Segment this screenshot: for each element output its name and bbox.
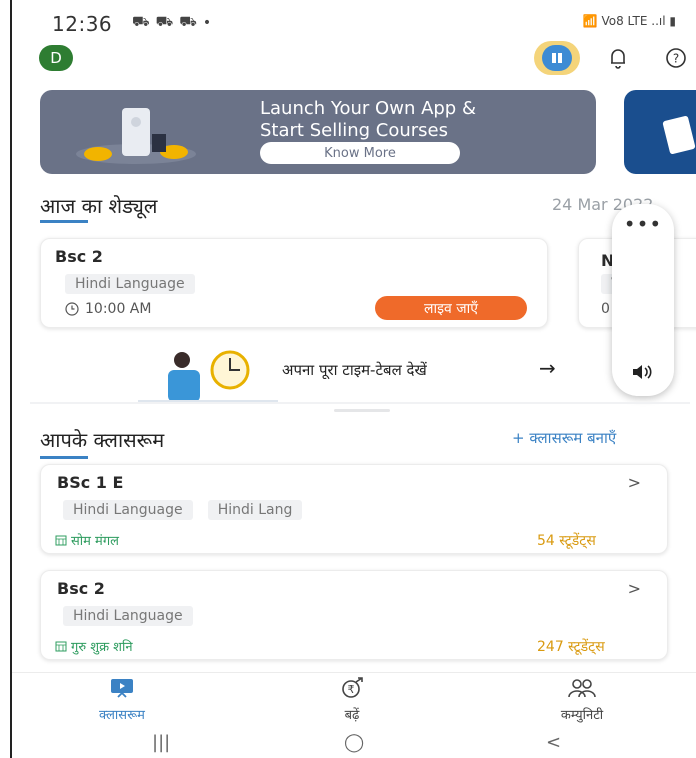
help-icon: ? bbox=[666, 48, 686, 68]
nav-item-community[interactable]: कम्युनिटी bbox=[532, 677, 632, 723]
timetable-link[interactable]: अपना पूरा टाइम-टेबल देखें bbox=[282, 360, 427, 380]
nav-item-classroom[interactable]: क्लासरूम bbox=[72, 677, 172, 723]
rupee-growth-icon: ₹ bbox=[342, 677, 363, 698]
system-navigation-bar: ||| ◯ < bbox=[12, 726, 696, 758]
nav-item-grow[interactable]: ₹ बढ़ें bbox=[302, 677, 402, 723]
back-button[interactable]: < bbox=[546, 732, 561, 753]
banner-title: Launch Your Own App & Start Selling Cour… bbox=[260, 98, 476, 141]
know-more-button[interactable]: Know More bbox=[260, 142, 460, 164]
subject-tag: Hindi Language bbox=[65, 274, 195, 294]
schedule-title: आज का शेड्यूल bbox=[40, 194, 158, 218]
notification-dot-icon: • bbox=[202, 15, 212, 31]
avatar[interactable]: D bbox=[39, 45, 73, 71]
notification-icons: ⛟ ⛟ ⛟ • bbox=[132, 14, 211, 32]
speaker-icon bbox=[633, 365, 652, 379]
header-actions: ? bbox=[534, 40, 696, 76]
document-icon bbox=[662, 115, 696, 155]
subject-tag: Hindi Lang bbox=[207, 500, 303, 520]
svg-text:?: ? bbox=[673, 52, 679, 66]
clock-icon bbox=[65, 302, 79, 316]
notification-icon: ⛟ bbox=[132, 14, 150, 30]
section-divider bbox=[30, 402, 690, 404]
notification-bell-button[interactable] bbox=[598, 40, 638, 76]
chevron-right-icon[interactable]: > bbox=[628, 579, 641, 598]
schedule-card-tags: Hindi Language bbox=[65, 273, 205, 294]
svg-text:₹: ₹ bbox=[348, 683, 355, 696]
chevron-right-icon[interactable]: > bbox=[628, 473, 641, 492]
notification-icon: ⛟ bbox=[179, 14, 197, 30]
schedule-card-time: 10:00 AM bbox=[65, 301, 151, 317]
calendar-icon bbox=[55, 535, 67, 546]
student-count: 54 स्टूडेंट्स bbox=[537, 533, 596, 549]
subject-tag: Hindi Language bbox=[63, 606, 193, 626]
classroom-schedule-days: सोम मंगल bbox=[55, 531, 119, 549]
classroom-name: Bsc 2 bbox=[57, 579, 105, 598]
classroom-schedule-days: गुरु शुक्र शनि bbox=[55, 637, 133, 655]
status-bar: 12:36 ⛟ ⛟ ⛟ • 📶 Vo8 LTE ..ıl ▮ bbox=[12, 0, 696, 42]
schedule-card-title: Bsc 2 bbox=[55, 247, 103, 266]
classroom-card[interactable]: Bsc 2 > Hindi Language गुरु शुक्र शनि 24… bbox=[40, 570, 668, 660]
book-button[interactable] bbox=[534, 41, 580, 75]
classrooms-title-underline bbox=[40, 456, 88, 459]
classroom-tags: Hindi Language bbox=[63, 605, 203, 626]
create-classroom-button[interactable]: + क्लासरूम बनाएँ bbox=[512, 428, 616, 448]
bottom-navigation: क्लासरूम ₹ बढ़ें कम्युनिटी bbox=[12, 672, 696, 724]
more-options-icon[interactable]: ••• bbox=[612, 212, 674, 236]
notification-icon: ⛟ bbox=[155, 14, 174, 30]
subject-tag: Hindi Language bbox=[63, 500, 193, 520]
community-icon bbox=[568, 679, 596, 698]
promo-banner[interactable]: Launch Your Own App & Start Selling Cour… bbox=[40, 90, 596, 174]
app-screen: 12:36 ⛟ ⛟ ⛟ • 📶 Vo8 LTE ..ıl ▮ D ? Launc… bbox=[10, 0, 696, 758]
student-count: 247 स्टूडेंट्स bbox=[537, 639, 605, 655]
classroom-icon bbox=[111, 679, 133, 698]
classroom-tags: Hindi Language Hindi Lang bbox=[63, 499, 312, 520]
drag-handle[interactable] bbox=[334, 409, 390, 412]
arrow-right-icon[interactable]: → bbox=[539, 356, 556, 380]
schedule-title-underline bbox=[40, 220, 88, 223]
home-button[interactable]: ◯ bbox=[344, 732, 364, 753]
book-icon bbox=[542, 45, 572, 71]
calendar-icon bbox=[55, 641, 67, 652]
promo-banner-next[interactable] bbox=[624, 90, 696, 174]
floating-volume-panel[interactable]: ••• bbox=[612, 204, 674, 396]
recent-apps-button[interactable]: ||| bbox=[152, 732, 170, 753]
speaker-button[interactable] bbox=[612, 364, 674, 380]
app-illustration-icon bbox=[76, 108, 196, 164]
status-indicators: 📶 Vo8 LTE ..ıl ▮ bbox=[582, 14, 676, 28]
go-live-button[interactable]: लाइव जाएँ bbox=[375, 296, 527, 320]
timetable-illustration-icon bbox=[138, 350, 278, 402]
classroom-card[interactable]: BSc 1 E > Hindi Language Hindi Lang सोम … bbox=[40, 464, 668, 554]
help-button[interactable]: ? bbox=[656, 40, 696, 76]
classrooms-title: आपके क्लासरूम bbox=[40, 428, 165, 452]
schedule-card[interactable]: Bsc 2 Hindi Language 10:00 AM लाइव जाएँ bbox=[40, 238, 548, 328]
status-time: 12:36 bbox=[52, 12, 113, 36]
classroom-name: BSc 1 E bbox=[57, 473, 124, 492]
bell-icon bbox=[611, 49, 625, 69]
